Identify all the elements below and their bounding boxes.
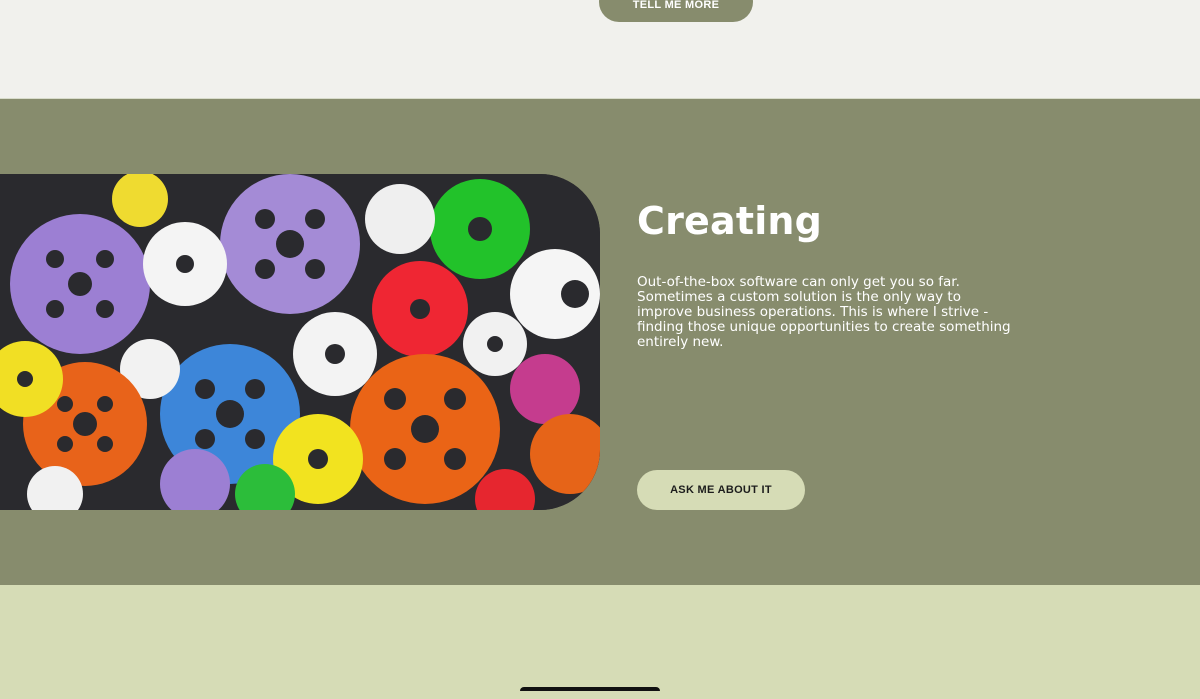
gears-illustration [0, 174, 600, 510]
gear-red [372, 261, 468, 357]
gear-white-3 [510, 249, 600, 339]
feature-section: Creating Out-of-the-box software can onl… [0, 98, 1200, 585]
gear-orange-2 [350, 354, 500, 504]
heading-glyph-tops [520, 687, 660, 699]
gear-purple [10, 214, 150, 354]
gear-purple-2 [220, 174, 360, 314]
ask-me-about-it-button[interactable]: ASK ME ABOUT IT [637, 470, 805, 510]
gear-white-4 [293, 312, 377, 396]
bottom-section [0, 585, 1200, 699]
top-section: TELL ME MORE [0, 0, 1200, 98]
gears-image [0, 174, 600, 510]
bottom-heading-partial [500, 687, 700, 699]
tell-me-more-button[interactable]: TELL ME MORE [599, 0, 753, 22]
gear-green [430, 179, 530, 279]
gear-magenta [510, 354, 580, 424]
feature-description: Out-of-the-box software can only get you… [637, 274, 1011, 350]
gear-white-6 [463, 312, 527, 376]
feature-title: Creating [637, 199, 823, 243]
gear-white-1 [143, 222, 227, 306]
gear-white-2 [365, 184, 435, 254]
